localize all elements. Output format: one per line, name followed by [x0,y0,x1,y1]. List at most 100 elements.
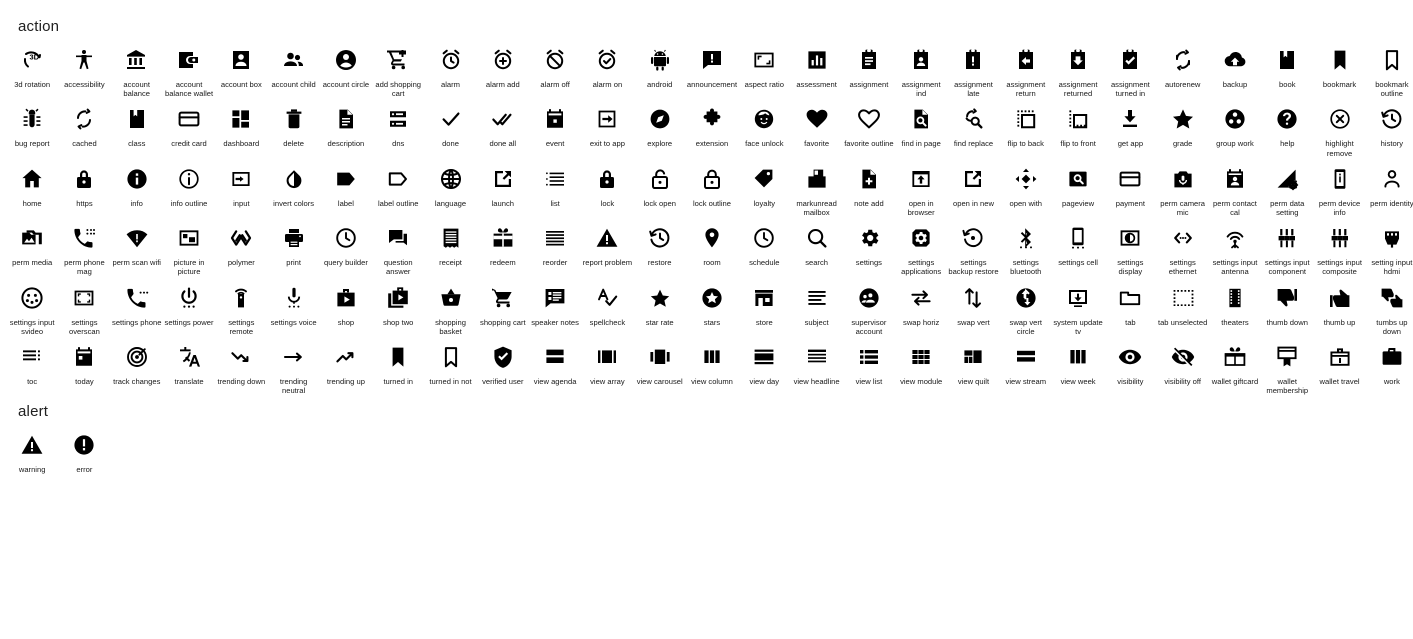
icon-cell-reorder[interactable]: reorder [529,217,581,276]
icon-cell-lock[interactable]: lock [581,158,633,217]
icon-cell-view-agenda[interactable]: view agenda [529,336,581,395]
icon-cell-bug-report[interactable]: bug report [6,98,58,157]
icon-cell-delete[interactable]: delete [267,98,319,157]
icon-cell-alarm[interactable]: alarm [424,39,476,98]
icon-cell-android[interactable]: android [634,39,686,98]
icon-cell-wallet-membership[interactable]: wallet membership [1261,336,1313,395]
icon-cell-cached[interactable]: cached [58,98,110,157]
icon-cell-view-array[interactable]: view array [581,336,633,395]
icon-cell-turned-in[interactable]: turned in [372,336,424,395]
icon-cell-settings-phone[interactable]: settings phone [111,277,163,336]
icon-cell-view-carousel[interactable]: view carousel [634,336,686,395]
icon-cell-label[interactable]: label [320,158,372,217]
icon-cell-settings-input-component[interactable]: settings input component [1261,217,1313,276]
icon-cell-perm-contact-cal[interactable]: perm contact cal [1209,158,1261,217]
icon-cell-settings-voice[interactable]: settings voice [267,277,319,336]
icon-cell-trending-down[interactable]: trending down [215,336,267,395]
icon-cell-class[interactable]: class [111,98,163,157]
icon-cell-view-day[interactable]: view day [738,336,790,395]
icon-cell-alarm-on[interactable]: alarm on [581,39,633,98]
icon-cell-swap-vert[interactable]: swap vert [947,277,999,336]
icon-cell-stars[interactable]: stars [686,277,738,336]
icon-cell-highlight-remove[interactable]: highlight remove [1313,98,1365,158]
icon-cell-backup[interactable]: backup [1209,39,1261,98]
icon-cell-account-box[interactable]: account box [215,39,267,98]
icon-cell-settings-input-composite[interactable]: settings input composite [1313,217,1365,276]
icon-cell-system-update-tv[interactable]: system update tv [1052,277,1104,336]
icon-cell-dns[interactable]: dns [372,98,424,157]
icon-cell-account-child[interactable]: account child [267,39,319,98]
icon-cell-done-all[interactable]: done all [477,98,529,157]
icon-cell-find-in-page[interactable]: find in page [895,98,947,157]
icon-cell-error[interactable]: error [58,424,110,474]
icon-cell-tab-unselected[interactable]: tab unselected [1157,277,1209,336]
icon-cell-label-outline[interactable]: label outline [372,158,424,217]
icon-cell-view-list[interactable]: view list [843,336,895,395]
icon-cell-https[interactable]: https [58,158,110,217]
icon-cell-wallet-giftcard[interactable]: wallet giftcard [1209,336,1261,395]
icon-cell-settings-overscan[interactable]: settings overscan [58,277,110,336]
icon-cell-toc[interactable]: toc [6,336,58,395]
icon-cell-subject[interactable]: subject [790,277,842,336]
icon-cell-speaker-notes[interactable]: speaker notes [529,277,581,336]
icon-cell-bookmark[interactable]: bookmark [1313,39,1365,98]
icon-cell-flip-to-back[interactable]: flip to back [1000,98,1052,157]
icon-cell-view-column[interactable]: view column [686,336,738,395]
icon-cell-thumb-down[interactable]: thumb down [1261,277,1313,336]
icon-cell-restore[interactable]: restore [634,217,686,276]
icon-cell-accessibility[interactable]: accessibility [58,39,110,98]
icon-cell-account-balance[interactable]: account balance [111,39,163,98]
icon-cell-lock-open[interactable]: lock open [634,158,686,217]
icon-cell-query-builder[interactable]: query builder [320,217,372,276]
icon-cell-today[interactable]: today [58,336,110,395]
icon-cell-view-week[interactable]: view week [1052,336,1104,395]
icon-cell-shopping-cart[interactable]: shopping cart [477,277,529,336]
icon-cell-supervisor-account[interactable]: supervisor account [843,277,895,336]
icon-cell-view-headline[interactable]: view headline [790,336,842,395]
icon-cell-loyalty[interactable]: loyalty [738,158,790,217]
icon-cell-settings-applications[interactable]: settings applications [895,217,947,276]
icon-cell-account-circle[interactable]: account circle [320,39,372,98]
icon-cell-dashboard[interactable]: dashboard [215,98,267,157]
icon-cell-setting-input-hdmi[interactable]: setting input hdmi [1366,217,1413,276]
icon-cell-help[interactable]: help [1261,98,1313,157]
icon-cell-add-shopping-cart[interactable]: add shopping cart [372,39,424,98]
icon-cell-print[interactable]: print [267,217,319,276]
icon-cell-favorite-outline[interactable]: favorite outline [843,98,895,157]
icon-cell-perm-phone-mag[interactable]: perm phone mag [58,217,110,276]
icon-cell-announcement[interactable]: announcement [686,39,738,98]
icon-cell-assignment-ind[interactable]: assignment ind [895,39,947,98]
icon-cell-search[interactable]: search [790,217,842,276]
icon-cell-verified-user[interactable]: verified user [477,336,529,395]
icon-cell-info-outline[interactable]: info outline [163,158,215,217]
icon-cell-autorenew[interactable]: autorenew [1157,39,1209,98]
icon-cell-find-replace[interactable]: find replace [947,98,999,157]
icon-cell-work[interactable]: work [1366,336,1413,395]
icon-cell-open-in-new[interactable]: open in new [947,158,999,217]
icon-cell-receipt[interactable]: receipt [424,217,476,276]
icon-cell-home[interactable]: home [6,158,58,217]
icon-cell-info[interactable]: info [111,158,163,217]
icon-cell-payment[interactable]: payment [1104,158,1156,217]
icon-cell-event[interactable]: event [529,98,581,157]
icon-cell-open-in-browser[interactable]: open in browser [895,158,947,217]
icon-cell-launch[interactable]: launch [477,158,529,217]
icon-cell-alarm-add[interactable]: alarm add [477,39,529,98]
icon-cell-explore[interactable]: explore [634,98,686,157]
icon-cell-shop-two[interactable]: shop two [372,277,424,336]
icon-cell-assessment[interactable]: assessment [790,39,842,98]
icon-cell-settings-input-svideo[interactable]: settings input svideo [6,277,58,336]
icon-cell-star-rate[interactable]: star rate [634,277,686,336]
icon-cell-view-quilt[interactable]: view quilt [947,336,999,395]
icon-cell-aspect-ratio[interactable]: aspect ratio [738,39,790,98]
icon-cell-translate[interactable]: translate [163,336,215,395]
icon-cell-view-module[interactable]: view module [895,336,947,395]
icon-cell-wallet-travel[interactable]: wallet travel [1313,336,1365,395]
icon-cell-tab[interactable]: tab [1104,277,1156,336]
icon-cell-settings-cell[interactable]: settings cell [1052,217,1104,276]
icon-cell-shopping-basket[interactable]: shopping basket [424,277,476,336]
icon-cell-redeem[interactable]: redeem [477,217,529,276]
icon-cell-settings-remote[interactable]: settings remote [215,277,267,336]
icon-cell-trending-neutral[interactable]: trending neutral [267,336,319,395]
icon-cell-face-unlock[interactable]: face unlock [738,98,790,157]
